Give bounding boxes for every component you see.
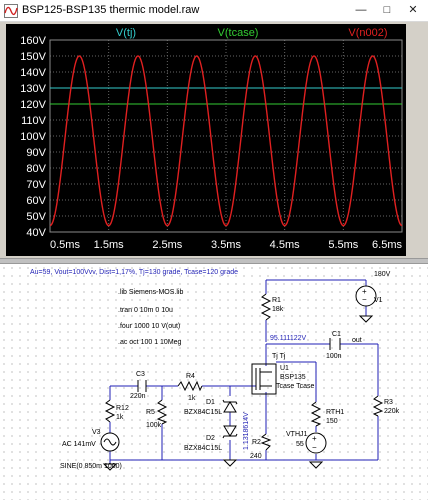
resistor-rth1[interactable]: RTH1 150 — [310, 401, 344, 427]
schematic-pane[interactable]: Au=59, Vout=100Vvv, Dist=1,17%, Tj=130 g… — [0, 264, 428, 500]
svg-text:+: + — [312, 434, 317, 443]
ground-icon — [358, 315, 374, 323]
r4-name: R4 — [186, 373, 195, 380]
v3-value: AC 141mV — [62, 441, 96, 448]
x-tick-label: 3.5ms — [211, 239, 241, 251]
voltage-source-v1[interactable]: + − 180V V1 — [355, 271, 391, 323]
out-net-label: out — [352, 337, 362, 344]
rth1-value: 150 — [326, 418, 338, 425]
r3-name: R3 — [384, 399, 393, 406]
voltage-source-v3[interactable]: V3 AC 141mV SINE(0 850m 1000) — [60, 429, 122, 471]
d1-part: BZX84C15L — [184, 409, 222, 416]
waveform-chart[interactable]: 160V 150V 140V 130V 120V 110V 100V 90V 80V 70V 60V… — [6, 24, 406, 256]
vthj1-name: VTHJ1 — [286, 431, 308, 438]
series-line-vn002 — [49, 55, 403, 227]
rth1-name: RTH1 — [326, 409, 344, 416]
y-tick-label: 120V — [20, 99, 46, 111]
r2-name: R2 — [252, 439, 261, 446]
u1-tcase-pins: Tcase Tcase — [276, 383, 314, 390]
c3-name: C3 — [136, 371, 145, 378]
r3-value: 220k — [384, 408, 400, 415]
x-tick-label: 0.5ms — [50, 239, 80, 251]
y-tick-label: 80V — [26, 163, 46, 175]
y-tick-label: 50V — [26, 211, 46, 223]
title-bar[interactable]: BSP125-BSP135 thermic model.raw — □ ✕ — [0, 0, 428, 22]
waveform-icon — [4, 4, 18, 18]
y-tick-label: 60V — [26, 195, 46, 207]
legend-label[interactable]: V(tcase) — [218, 27, 259, 39]
directive-tran[interactable]: .tran 0 10m 0 10u — [118, 307, 173, 314]
v3-name: V3 — [92, 429, 101, 436]
y-tick-label: 160V — [20, 35, 46, 47]
plot-area[interactable]: 160V 150V 140V 130V 120V 110V 100V 90V 80V 70V 60V… — [6, 24, 406, 256]
resistor-r5[interactable]: R5 100k — [146, 399, 168, 429]
u1-name: U1 — [280, 365, 289, 372]
resistor-r4[interactable]: R4 1k — [177, 373, 203, 402]
minimize-button[interactable]: — — [352, 2, 370, 18]
resistor-r1[interactable]: R1 18k — [260, 293, 284, 321]
window-title: BSP125-BSP135 thermic model.raw — [22, 4, 200, 16]
d2-part: BZX84C15L — [184, 445, 222, 452]
x-tick-label: 1.5ms — [94, 239, 124, 251]
svg-text:−: − — [312, 443, 317, 452]
resistor-r3[interactable]: R3 220k — [372, 395, 400, 417]
v1-value: 180V — [374, 271, 391, 278]
r1-name: R1 — [272, 297, 281, 304]
x-tick-label: 6.5ms — [372, 239, 402, 251]
u1-tj-pins: Tj Tj — [272, 353, 286, 360]
c1-value: 100n — [326, 353, 342, 360]
y-tick-label: 110V — [21, 115, 47, 127]
vthj1-value: 55 — [296, 441, 304, 448]
legend-label[interactable]: V(n002) — [348, 27, 387, 39]
y-tick-label: 70V — [26, 179, 46, 191]
r5-name: R5 — [146, 409, 155, 416]
d1-name: D1 — [206, 399, 215, 406]
x-tick-label: 5.5ms — [328, 239, 358, 251]
c3-value: 220n — [130, 393, 146, 400]
r12-name: R12 — [116, 405, 129, 412]
c1-name: C1 — [332, 331, 341, 338]
r1-value: 18k — [272, 306, 284, 313]
y-tick-label: 90V — [26, 147, 46, 159]
waveform-viewer-window: BSP125-BSP135 thermic model.raw — □ ✕ 16… — [0, 0, 428, 500]
y-tick-label: 150V — [20, 51, 46, 63]
node-voltage-label: 95.111122V — [270, 335, 307, 342]
v1-name: V1 — [374, 297, 383, 304]
directive-ac[interactable]: .ac oct 100 1 10Meg — [118, 339, 182, 346]
r4-value: 1k — [188, 395, 196, 402]
d2-name: D2 — [206, 435, 215, 442]
header-note: Au=59, Vout=100Vvv, Dist=1,17%, Tj=130 g… — [30, 269, 238, 276]
ground-icon — [222, 459, 238, 467]
mosfet-u1[interactable]: U1 BSP135 Tj Tj Tcase Tcase — [251, 353, 314, 395]
gate-voltage-label: 1.1318614V — [243, 412, 250, 450]
r5-value: 100k — [146, 422, 162, 429]
svg-text:−: − — [362, 295, 367, 304]
y-tick-label: 100V — [20, 131, 46, 143]
plot-pane: 160V 150V 140V 130V 120V 110V 100V 90V 80V 70V 60V… — [0, 22, 428, 258]
x-tick-label: 2.5ms — [152, 239, 182, 251]
zener-diode-d2[interactable]: D2 BZX84C15L — [184, 425, 238, 452]
r12-value: 1k — [116, 414, 124, 421]
x-tick-label: 4.5ms — [270, 239, 300, 251]
maximize-button[interactable]: □ — [378, 2, 396, 18]
resistor-r2[interactable]: R2 240 — [250, 433, 272, 460]
r2-value: 240 — [250, 453, 262, 460]
ground-icon — [308, 461, 324, 469]
y-tick-label: 140V — [20, 67, 46, 79]
y-tick-label: 40V — [26, 227, 46, 239]
schematic-canvas[interactable]: Au=59, Vout=100Vvv, Dist=1,17%, Tj=130 g… — [0, 264, 428, 500]
directive-four[interactable]: .four 1000 10 V(out) — [118, 323, 180, 330]
capacitor-c1[interactable]: C1 100n — [326, 331, 342, 360]
resistor-r12[interactable]: R12 1k — [104, 399, 129, 423]
y-tick-label: 130V — [20, 83, 46, 95]
directive-lib[interactable]: .lib Siemens-MOS.lib — [118, 289, 183, 296]
u1-part: BSP135 — [280, 374, 306, 381]
legend-label[interactable]: V(tj) — [116, 27, 136, 39]
close-button[interactable]: ✕ — [404, 2, 422, 18]
voltage-source-vthj1[interactable]: + − VTHJ1 55 — [286, 431, 327, 469]
